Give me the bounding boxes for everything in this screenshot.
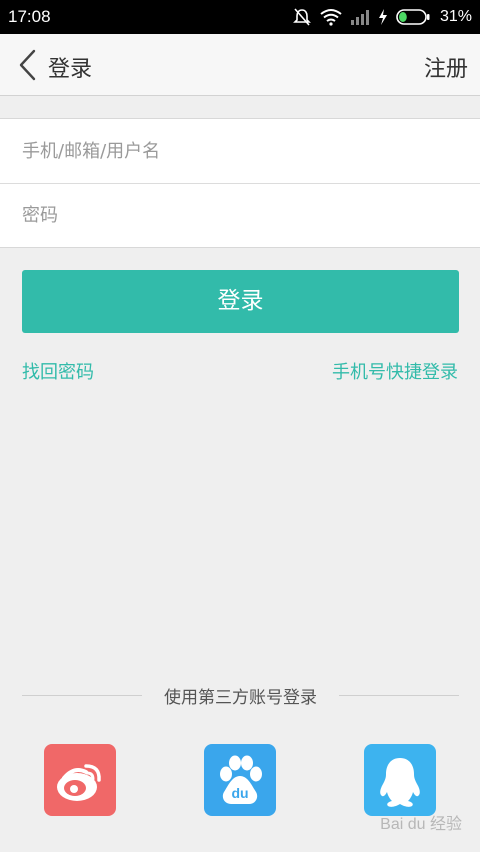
back-chevron-icon[interactable] <box>14 48 42 82</box>
baidu-login-button[interactable]: du <box>204 744 276 816</box>
svg-text:du: du <box>231 785 248 801</box>
status-bar: 17:08 31% <box>0 0 480 34</box>
password-row <box>0 183 480 247</box>
forgot-password-link[interactable]: 找回密码 <box>22 358 94 384</box>
wifi-icon <box>320 9 342 26</box>
register-button[interactable]: 注册 <box>424 51 468 83</box>
status-icons: 31% <box>292 5 472 29</box>
battery-icon <box>396 9 430 25</box>
app-bar: 登录 注册 <box>0 34 480 96</box>
page-title: 登录 <box>48 57 93 82</box>
username-input[interactable] <box>22 140 452 162</box>
qq-penguin-icon <box>380 758 420 807</box>
signal-icon <box>350 10 369 25</box>
weibo-login-button[interactable] <box>44 744 116 816</box>
battery-percent: 31% <box>439 8 472 25</box>
login-button[interactable]: 登录 <box>22 270 459 333</box>
divider-line-right <box>339 695 459 696</box>
status-time: 17:08 <box>8 7 51 26</box>
weibo-icon <box>57 764 101 801</box>
charging-icon <box>378 9 387 25</box>
qq-login-button[interactable] <box>364 744 436 816</box>
phone-quick-login-link[interactable]: 手机号快捷登录 <box>332 358 458 384</box>
login-form <box>0 118 480 248</box>
third-party-divider: 使用第三方账号登录 <box>22 683 459 709</box>
baidu-jingyan-watermark: Bai du 经验 <box>380 816 462 833</box>
baidu-paw-icon: du <box>220 755 262 804</box>
password-input[interactable] <box>22 205 452 226</box>
username-row <box>0 119 480 183</box>
mute-bell-icon <box>293 8 311 26</box>
